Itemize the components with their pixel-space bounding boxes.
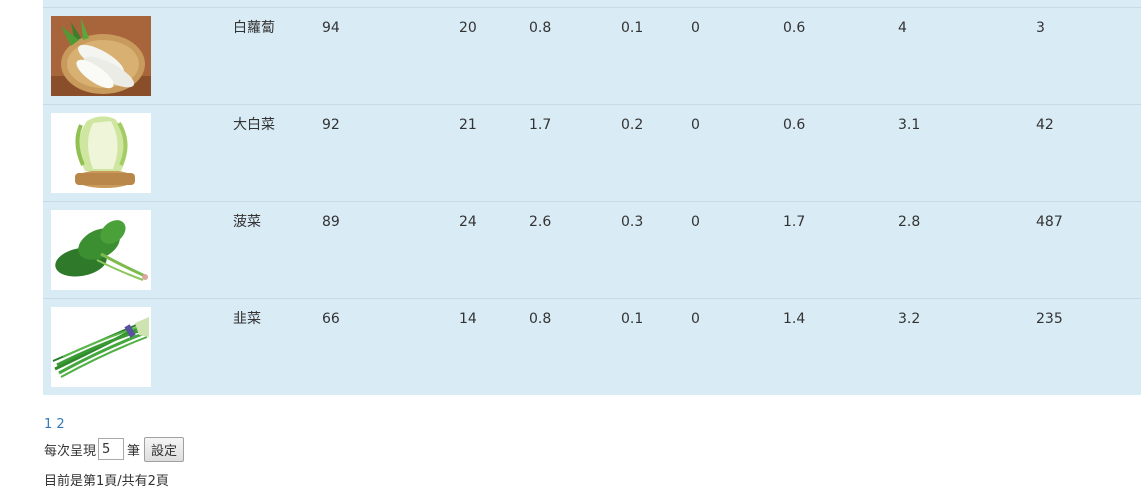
table-row: 菠菜 89 24 2.6 0.3 0 1.7 2.8 487 [43, 201, 1141, 298]
page-size-input[interactable] [98, 438, 125, 460]
vegetable-name: 白蘿蔔 [233, 20, 275, 36]
table-row: 大白菜 92 21 1.7 0.2 0 0.6 3.1 42 [43, 104, 1141, 201]
table-row: 白蘿蔔 94 20 0.8 0.1 0 0.6 4 3 [43, 7, 1141, 104]
table-cell: 0.1 [621, 20, 644, 36]
table-cell: 0.8 [529, 311, 552, 327]
chinese-chives-image [51, 307, 151, 387]
page-size-control: 每次呈現 筆 設定 [44, 436, 185, 462]
table-cell: 0.1 [621, 311, 644, 327]
table-cell: 0 [691, 20, 700, 36]
page-size-suffix-label: 筆 [127, 443, 141, 459]
table-cell: 4 [898, 20, 907, 36]
table-cell: 89 [322, 214, 340, 230]
pagination: 1 2 [44, 417, 65, 433]
table-cell: 92 [322, 117, 340, 133]
page-size-prefix-label: 每次呈現 [44, 443, 97, 459]
daikon-radish-image [51, 16, 151, 96]
table-cell: 20 [459, 20, 477, 36]
table-cell: 42 [1036, 117, 1054, 133]
table-cell: 3.1 [898, 117, 921, 133]
table-cell: 24 [459, 214, 477, 230]
vegetable-name: 韭菜 [233, 311, 261, 327]
table-cell: 0.6 [783, 117, 806, 133]
table-cell: 3 [1036, 20, 1045, 36]
table-cell: 0 [691, 311, 700, 327]
spinach-image [51, 210, 151, 290]
page-link-1[interactable]: 1 [44, 417, 52, 432]
table-cell: 0 [691, 117, 700, 133]
page-link-2[interactable]: 2 [56, 417, 64, 432]
table-cell: 2.6 [529, 214, 552, 230]
table-cell: 0.8 [529, 20, 552, 36]
page-status-text: 目前是第1頁/共有2頁 [44, 474, 169, 489]
vegetable-table: 白蘿蔔 94 20 0.8 0.1 0 0.6 4 3 大白菜 92 21 1.… [43, 0, 1141, 395]
table-cell: 14 [459, 311, 477, 327]
table-cell: 1.7 [783, 214, 806, 230]
table-cell: 0.6 [783, 20, 806, 36]
table-cell: 21 [459, 117, 477, 133]
table-cell: 1.7 [529, 117, 552, 133]
vegetable-name: 大白菜 [233, 117, 275, 133]
vegetable-name: 菠菜 [233, 214, 261, 230]
table-cell: 0.2 [621, 117, 644, 133]
table-row: 韭菜 66 14 0.8 0.1 0 1.4 3.2 235 [43, 298, 1141, 395]
table-cell: 1.4 [783, 311, 806, 327]
table-cell: 487 [1036, 214, 1063, 230]
table-cell: 3.2 [898, 311, 921, 327]
table-cell: 94 [322, 20, 340, 36]
table-cell: 2.8 [898, 214, 921, 230]
table-cell: 0 [691, 214, 700, 230]
table-cell: 0.3 [621, 214, 644, 230]
set-page-size-button[interactable]: 設定 [144, 436, 185, 462]
napa-cabbage-image [51, 113, 151, 193]
table-cell: 235 [1036, 311, 1063, 327]
table-cell: 66 [322, 311, 340, 327]
